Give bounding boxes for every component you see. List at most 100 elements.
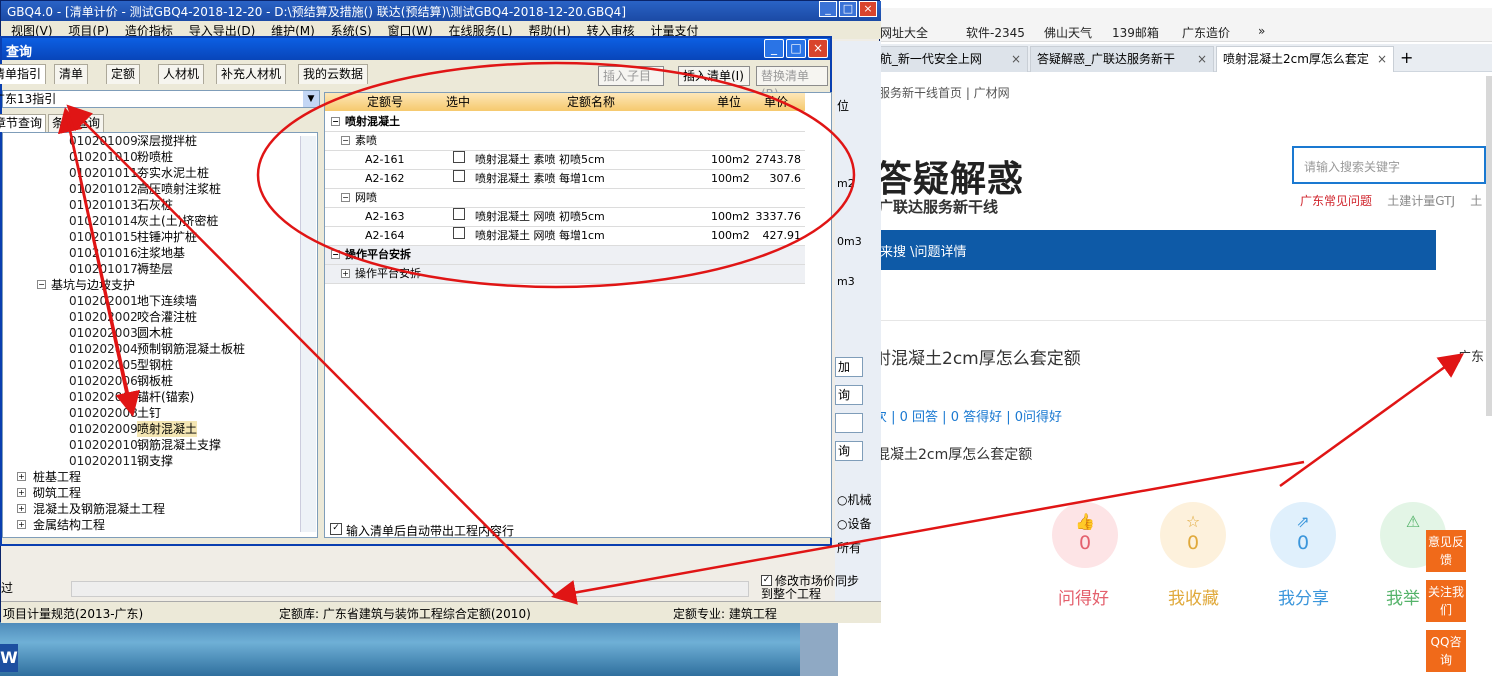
tree-item[interactable]: 010201014 灰土(土)挤密桩 — [3, 213, 299, 229]
tab-supplementary[interactable]: 补充人材机 — [216, 64, 287, 84]
tab-quota[interactable]: 定额 — [106, 64, 141, 84]
tab-labor-material-machine[interactable]: 人材机 — [158, 64, 205, 84]
close-icon[interactable]: × — [859, 1, 877, 17]
share-button[interactable]: ⇗ 0 — [1270, 502, 1336, 568]
tree-chapter[interactable]: + 桩基工程 — [3, 469, 299, 485]
tree-chapter[interactable]: + 砌筑工程 — [3, 485, 299, 501]
grid-row[interactable]: A2-162 喷射混凝土 素喷 每增1cm 100m2 307.6 — [325, 170, 805, 189]
tab-list[interactable]: 清单 — [54, 64, 89, 84]
minimize-icon[interactable]: _ — [819, 1, 837, 17]
expand-icon[interactable]: + — [341, 269, 350, 278]
tree-item[interactable]: 010202005 型钢桩 — [3, 357, 299, 373]
browser-scrollbar[interactable] — [1486, 76, 1492, 416]
bookmark-2[interactable]: 软件-2345 — [966, 24, 1025, 41]
tree-item[interactable]: 010202002 咬合灌注桩 — [3, 309, 299, 325]
tree-item[interactable]: 010202009 喷射混凝土 — [3, 421, 299, 437]
expand-icon[interactable]: + — [17, 504, 26, 513]
select-checkbox[interactable] — [453, 170, 465, 182]
tree-item[interactable]: 010201012 高压喷射注浆桩 — [3, 181, 299, 197]
grid-group-row[interactable]: − 喷射混凝土 — [325, 113, 805, 132]
qq-consult-button[interactable]: QQ咨询 — [1426, 630, 1466, 672]
bookmark-4[interactable]: 139邮箱 — [1112, 24, 1159, 41]
radio-all[interactable]: 所有 — [837, 539, 861, 556]
sync-market-price-checkbox[interactable]: ✓ 修改市场价同步到整个工程 — [761, 575, 861, 601]
tree-chapter[interactable]: + 金属结构工程 — [3, 517, 299, 533]
select-checkbox[interactable] — [453, 227, 465, 239]
tree-item[interactable]: 010202004 预制钢筋混凝土板桩 — [3, 341, 299, 357]
feedback-button[interactable]: 意见反馈 — [1426, 530, 1466, 572]
radio-machine[interactable]: ○机械 — [837, 491, 872, 508]
insert-list-button[interactable]: 插入清单(I) — [678, 66, 750, 86]
tree-group[interactable]: − 基坑与边坡支护 — [3, 277, 299, 293]
hot-link[interactable]: 土 — [1470, 194, 1482, 208]
grid-subgroup-row[interactable]: − 网喷 — [325, 189, 805, 208]
collapse-icon[interactable]: − — [37, 280, 46, 289]
auto-work-content-checkbox[interactable]: ✓ 输入清单后自动带出工程内容行 — [330, 522, 514, 539]
minimize-icon[interactable]: _ — [764, 39, 784, 58]
expand-icon[interactable]: + — [17, 488, 26, 497]
more-bookmarks-icon[interactable]: » — [1258, 24, 1265, 38]
query-button[interactable]: 询 — [835, 385, 863, 405]
collapse-icon[interactable]: − — [341, 136, 350, 145]
collapse-icon[interactable]: − — [331, 250, 340, 259]
chevron-down-icon[interactable]: ▼ — [303, 91, 319, 107]
left-tab[interactable]: 过 — [1, 579, 13, 596]
tab-2[interactable]: 答疑解惑_广联达服务新干 × — [1030, 46, 1214, 72]
grid-row[interactable]: A2-161 喷射混凝土 素喷 初喷5cm 100m2 2743.78 — [325, 151, 805, 170]
radio-equipment[interactable]: ○设备 — [837, 515, 872, 532]
insert-subitem-button[interactable]: 插入子目 — [598, 66, 664, 86]
expand-icon[interactable]: + — [17, 472, 26, 481]
tree-item[interactable]: 010202011 钢支撑 — [3, 453, 299, 469]
select-checkbox[interactable] — [453, 208, 465, 220]
grid-group-row[interactable]: − 操作平台安拆 — [325, 246, 805, 265]
maximize-icon[interactable]: □ — [839, 1, 857, 17]
tab-list-guide[interactable]: 清单指引 — [0, 64, 46, 84]
guide-library-select[interactable]: 广东13指引 ▼ — [0, 90, 320, 108]
favorite-button[interactable]: ☆ 0 — [1160, 502, 1226, 568]
tree-item[interactable]: 010201013 石灰桩 — [3, 197, 299, 213]
bookmark-1[interactable]: 网址大全 — [880, 24, 928, 41]
close-icon[interactable]: × — [808, 39, 828, 58]
bookmark-3[interactable]: 佛山天气 — [1044, 24, 1092, 41]
close-icon[interactable]: × — [1377, 47, 1387, 71]
new-tab-icon[interactable]: + — [1400, 48, 1413, 67]
tree-item[interactable]: 010201015 柱锤冲扩桩 — [3, 229, 299, 245]
tree-item[interactable]: 010202003 圆木桩 — [3, 325, 299, 341]
tree-item[interactable]: 010201016 注浆地基 — [3, 245, 299, 261]
word-app-icon[interactable]: W — [0, 644, 18, 672]
tab-cloud-data[interactable]: 我的云数据 — [298, 64, 369, 84]
bookmark-5[interactable]: 广东造价 — [1182, 24, 1230, 41]
grid-row[interactable]: A2-164 喷射混凝土 网喷 每增1cm 100m2 427.91 — [325, 227, 805, 246]
hot-link[interactable]: 土建计量GTJ — [1387, 194, 1455, 208]
follow-button[interactable]: 关注我们 — [1426, 580, 1466, 622]
close-icon[interactable]: × — [1197, 47, 1207, 71]
tree-item[interactable]: 010202001 地下连续墙 — [3, 293, 299, 309]
hot-link[interactable]: 广东常见问题 — [1300, 194, 1372, 208]
tree-item[interactable]: 010201010 粉喷桩 — [3, 149, 299, 165]
like-button[interactable]: 👍 0 — [1052, 502, 1118, 568]
search-input[interactable]: 请输入搜索关键字 — [1292, 146, 1486, 184]
grid-subgroup-row[interactable]: − 素喷 — [325, 132, 805, 151]
collapse-icon[interactable]: − — [331, 117, 340, 126]
tree-item[interactable]: 010202010 钢筋混凝土支撑 — [3, 437, 299, 453]
grid-row[interactable]: A2-163 喷射混凝土 网喷 初喷5cm 100m2 3337.76 — [325, 208, 805, 227]
tree-item[interactable]: 010202007 锚杆(锚索) — [3, 389, 299, 405]
add-button[interactable]: 加 — [835, 357, 863, 377]
maximize-icon[interactable]: □ — [786, 39, 806, 58]
query-button-2[interactable]: 询 — [835, 441, 863, 461]
tree-item[interactable]: 010202006 钢板桩 — [3, 373, 299, 389]
tree-item[interactable]: 010201011 夯实水泥土桩 — [3, 165, 299, 181]
close-icon[interactable]: × — [1011, 47, 1021, 71]
collapse-icon[interactable]: − — [341, 193, 350, 202]
tree-scrollbar[interactable] — [300, 136, 316, 532]
tab-3-active[interactable]: 喷射混凝土2cm厚怎么套定 × — [1216, 46, 1394, 72]
tab-chapter-search[interactable]: 章节查询 — [0, 114, 47, 132]
tree-item[interactable]: 010202008 土钉 — [3, 405, 299, 421]
tree-item[interactable]: 010201009 深层搅拌桩 — [3, 133, 299, 149]
expand-icon[interactable]: + — [17, 520, 26, 529]
grid-subgroup-row[interactable]: + 操作平台安拆 — [325, 265, 805, 284]
tree-item[interactable]: 010201017 褥垫层 — [3, 261, 299, 277]
site-nav[interactable]: 服务新干线首页 | 广材网 — [878, 84, 1010, 101]
horizontal-scrollbar[interactable] — [71, 581, 749, 597]
tree-chapter[interactable]: + 混凝土及钢筋混凝土工程 — [3, 501, 299, 517]
